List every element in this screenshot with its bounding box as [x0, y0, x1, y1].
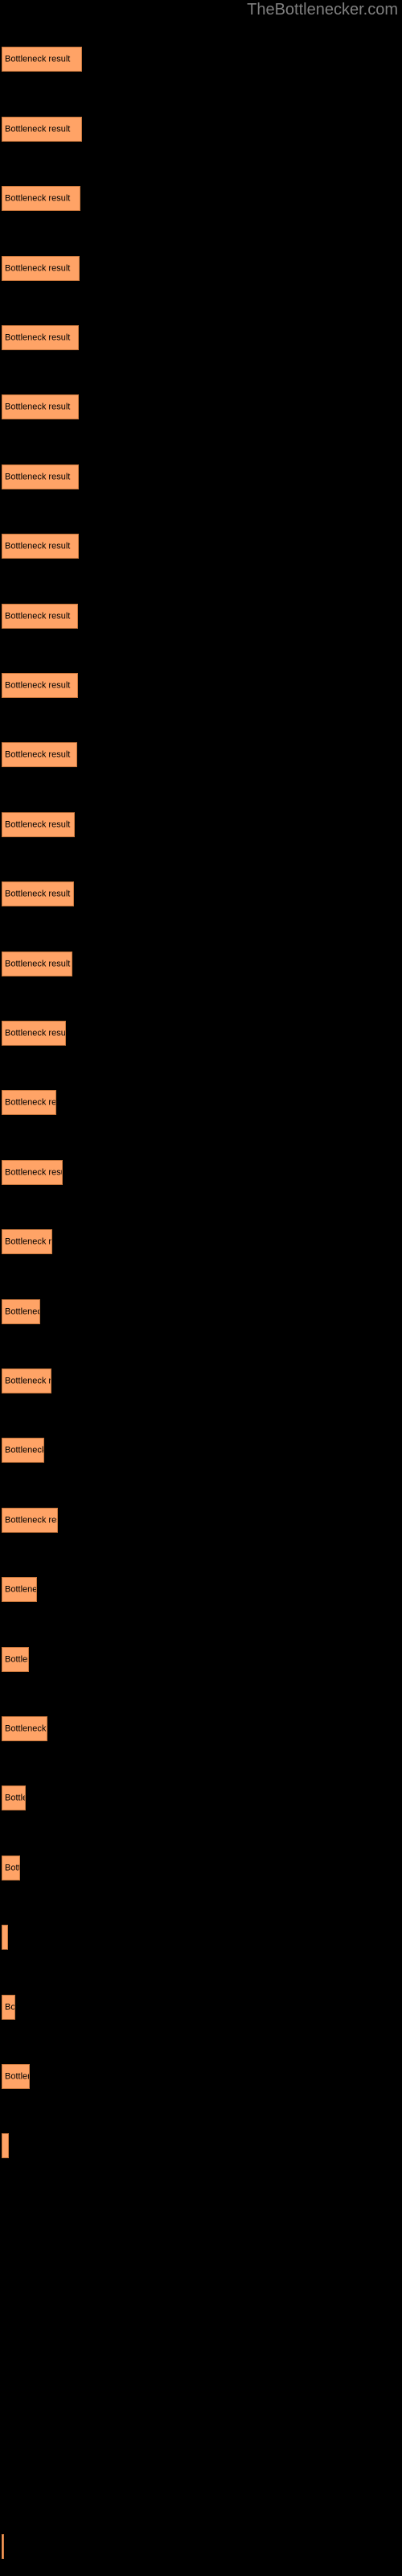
bar-item: Bottleneck result: [2, 604, 78, 629]
bar-item: Bottleneck result: [2, 1785, 26, 1810]
bar-label: Bottleneck result: [5, 1445, 44, 1455]
bar-label: Bottleneck result: [5, 332, 71, 342]
bar-item: Bottleneck result: [2, 1438, 44, 1463]
bar-item: Bottleneck result: [2, 1856, 20, 1880]
bar-item: Bottleneck result: [2, 1160, 63, 1185]
bar-label: Bottleneck result: [5, 959, 71, 968]
bar-label: Bottleneck result: [5, 1236, 52, 1246]
bar-item: Bottleneck result: [2, 394, 79, 419]
bar-chart: Bottleneck result Bottleneck result Bottle…: [0, 0, 402, 2576]
bar-label: Bottleneck result: [5, 1654, 28, 1664]
bar-label: Bottleneck result: [5, 1515, 57, 1525]
bar-item: Bottleneck result: [2, 534, 79, 559]
bar-item: Bottleneck result: [2, 952, 72, 976]
bar-item: Bottleneck result: [2, 881, 74, 906]
bar-item: Bottleneck result: [2, 1021, 66, 1046]
bar-item: Bottleneck result: [2, 673, 78, 698]
bar-item: Bottleneck result: [2, 1508, 58, 1533]
bar-label: Bottleneck result: [5, 1307, 39, 1316]
bar-label: Bottleneck result: [5, 541, 71, 551]
bar-item: Bottleneck result: [2, 1925, 8, 1950]
bar-label: Bottleneck result: [5, 54, 71, 64]
bar-item: Bottleneck result: [2, 2133, 9, 2158]
bar-label: Bottleneck result: [5, 1793, 25, 1802]
bar-item: Bottleneck result: [2, 256, 80, 281]
bar-label: Bottleneck result: [5, 680, 71, 690]
bar-item: Bottleneck result: [2, 186, 80, 211]
bar-item: Bottleneck result: [2, 742, 77, 767]
bar-label: Bottleneck result: [5, 1167, 62, 1177]
bar-item: Bottleneck result: [2, 464, 79, 489]
bar-label: Bottleneck result: [5, 749, 71, 759]
bar-label: Bottleneck result: [5, 1028, 66, 1038]
bar-item: Bottleneck result: [2, 47, 82, 72]
bar-item: Bottleneck result: [2, 2534, 4, 2559]
bar-label: Bottleneck result: [5, 402, 71, 411]
bar-label: Bottleneck result: [5, 1097, 56, 1107]
bar-label: Bottleneck result: [5, 1724, 47, 1733]
bar-label: Bottleneck result: [5, 2002, 15, 2012]
bar-label: Bottleneck result: [5, 2071, 29, 2081]
bar-label: Bottleneck result: [5, 611, 71, 621]
bar-label: Bottleneck result: [5, 1863, 19, 1872]
bar-label: Bottleneck result: [5, 1376, 51, 1385]
bar-label: Bottleneck result: [5, 1584, 37, 1594]
bar-item: Bottleneck result: [2, 325, 79, 350]
bar-item: Bottleneck result: [2, 1090, 56, 1115]
bar-item: Bottleneck result: [2, 1716, 47, 1741]
bar-item: Bottleneck result: [2, 1229, 52, 1254]
bar-label: Bottleneck result: [5, 193, 71, 203]
bar-label: Bottleneck result: [5, 124, 71, 134]
bar-item: Bottleneck result: [2, 2064, 30, 2089]
bar-item: Bottleneck result: [2, 1299, 40, 1324]
bar-label: Bottleneck result: [5, 819, 71, 829]
bar-label: Bottleneck result: [5, 889, 71, 898]
bar-item: Bottleneck result: [2, 1647, 29, 1672]
bar-item: Bottleneck result: [2, 1577, 37, 1602]
bar-item: Bottleneck result: [2, 812, 75, 837]
bar-label: Bottleneck result: [5, 263, 71, 273]
bar-item: Bottleneck result: [2, 1995, 15, 2020]
bottleneck-chart-page: TheBottlenecker.com Bottleneck result Bot…: [0, 0, 402, 2576]
bar-label: Bottleneck result: [5, 472, 71, 481]
bar-item: Bottleneck result: [2, 117, 82, 142]
bar-item: Bottleneck result: [2, 1368, 51, 1393]
